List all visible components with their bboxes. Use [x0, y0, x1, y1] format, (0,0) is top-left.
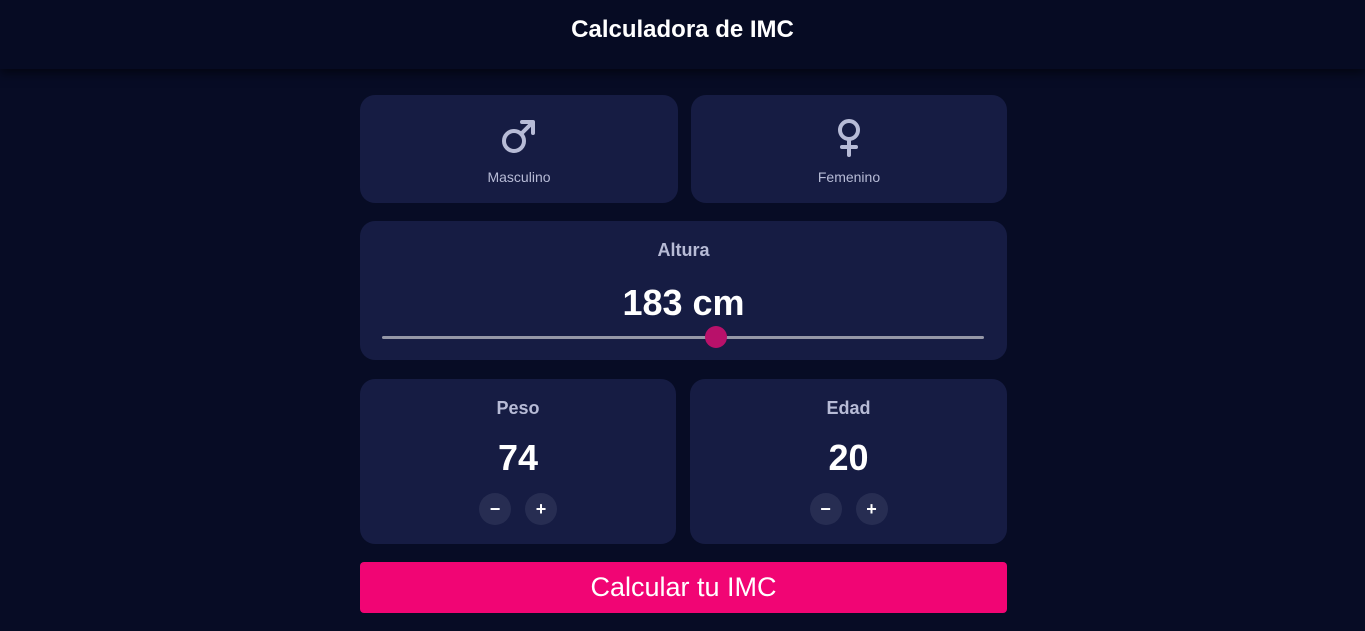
age-label: Edad	[826, 398, 871, 418]
age-stepper: − +	[690, 493, 1007, 525]
height-slider-thumb[interactable]	[705, 326, 728, 348]
height-label: Altura	[657, 240, 710, 260]
female-symbol-icon	[838, 119, 860, 157]
weight-card: Peso 74 − +	[360, 379, 676, 544]
gender-male-card[interactable]: Masculino	[360, 95, 678, 203]
age-value: 20	[828, 437, 869, 478]
age-decrement-button[interactable]: −	[809, 493, 842, 525]
gender-selector: Masculino Femenino	[360, 95, 1007, 203]
height-slider[interactable]	[382, 326, 984, 348]
age-increment-button[interactable]: +	[855, 493, 888, 525]
weight-stepper: − +	[360, 493, 676, 525]
height-card: Altura 183 cm	[360, 221, 1007, 360]
stats-row: Peso 74 − + Edad 20 − +	[360, 379, 1007, 544]
weight-label: Peso	[496, 398, 540, 418]
gender-male-label: Masculino	[487, 169, 551, 185]
age-card: Edad 20 − +	[690, 379, 1007, 544]
app-header: Calculadora de IMC	[0, 0, 1365, 69]
bmi-calculator: Masculino Femenino Altura 183 cm Peso 74…	[360, 95, 1007, 613]
weight-value: 74	[497, 437, 539, 478]
gender-female-label: Femenino	[817, 169, 881, 185]
gender-female-card[interactable]: Femenino	[691, 95, 1007, 203]
weight-decrement-button[interactable]: −	[479, 493, 511, 525]
weight-increment-button[interactable]: +	[525, 493, 557, 525]
calculate-bmi-button[interactable]: Calcular tu IMC	[360, 562, 1007, 613]
male-symbol-icon	[502, 120, 535, 153]
height-value: 183 cm	[622, 282, 745, 323]
page-title: Calculadora de IMC	[571, 15, 794, 43]
